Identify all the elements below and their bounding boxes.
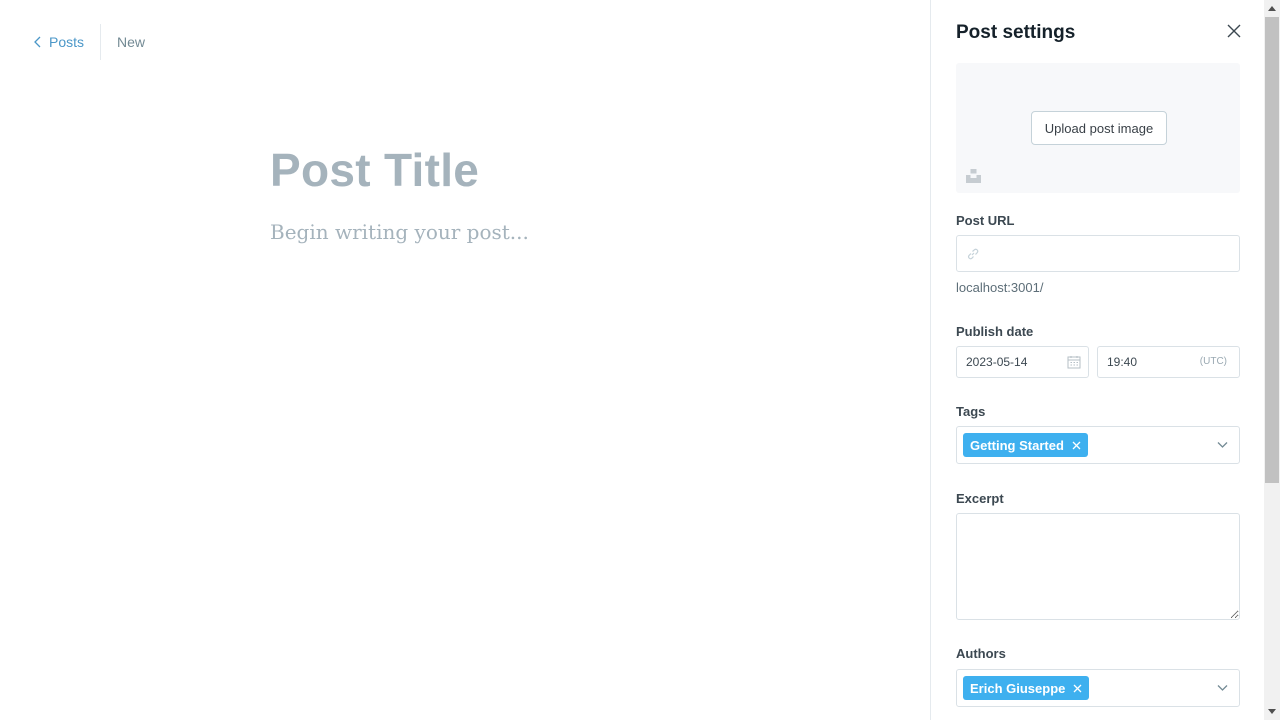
publish-date-input[interactable]: 2023-05-14: [956, 346, 1089, 378]
tags-input[interactable]: Getting Started: [956, 426, 1240, 464]
back-to-posts-link[interactable]: Posts: [33, 24, 102, 60]
triangle-up-icon: [1268, 6, 1276, 11]
publish-date-value: 2023-05-14: [966, 355, 1028, 369]
panel-scrollbar[interactable]: [1264, 0, 1280, 720]
post-url-input[interactable]: [985, 236, 1235, 271]
link-icon: [968, 248, 979, 260]
tag-token[interactable]: Getting Started: [963, 433, 1088, 457]
excerpt-label: Excerpt: [956, 491, 1004, 506]
scrollbar-thumb[interactable]: [1265, 17, 1279, 483]
post-url-label: Post URL: [956, 213, 1015, 228]
chevron-left-icon: [34, 36, 41, 48]
back-label: Posts: [49, 34, 85, 50]
excerpt-textarea[interactable]: [956, 513, 1240, 620]
calendar-icon[interactable]: [1067, 355, 1081, 369]
post-title-input[interactable]: Post Title: [270, 143, 479, 197]
publish-date-label: Publish date: [956, 324, 1034, 339]
upload-image-button[interactable]: Upload post image: [1031, 111, 1167, 145]
authors-label: Authors: [956, 646, 1006, 661]
scroll-up-button[interactable]: [1264, 0, 1280, 17]
remove-author-icon[interactable]: [1073, 684, 1082, 693]
author-token-label: Erich Giuseppe: [970, 680, 1066, 696]
close-settings-button[interactable]: [1224, 21, 1244, 41]
breadcrumb: Posts New: [33, 24, 145, 60]
tag-token-label: Getting Started: [970, 437, 1064, 453]
triangle-down-icon: [1268, 709, 1276, 714]
panel-title: Post settings: [956, 22, 1076, 43]
chevron-down-icon[interactable]: [1217, 441, 1228, 449]
publish-time-value: 19:40: [1107, 355, 1138, 369]
timezone-label: (UTC): [1199, 356, 1227, 367]
tags-label: Tags: [956, 404, 986, 419]
author-token[interactable]: Erich Giuseppe: [963, 676, 1090, 700]
unsplash-icon[interactable]: [966, 169, 981, 183]
post-status: New: [117, 34, 146, 50]
scroll-down-button[interactable]: [1264, 703, 1280, 720]
chevron-down-icon[interactable]: [1217, 684, 1228, 692]
settings-panel: Post settings Upload post image Post URL…: [930, 0, 1264, 720]
post-body-editor[interactable]: Begin writing your post...: [270, 220, 529, 244]
post-url-hint: localhost:3001/: [956, 280, 1044, 295]
editor-area: Posts New Post Title Begin writing your …: [0, 0, 930, 720]
post-image-area: Upload post image: [956, 63, 1240, 193]
remove-tag-icon[interactable]: [1072, 441, 1081, 450]
close-icon: [1227, 24, 1241, 38]
authors-input[interactable]: Erich Giuseppe: [956, 669, 1240, 707]
post-url-field[interactable]: [956, 235, 1240, 272]
publish-time-input[interactable]: 19:40 (UTC): [1097, 346, 1240, 378]
